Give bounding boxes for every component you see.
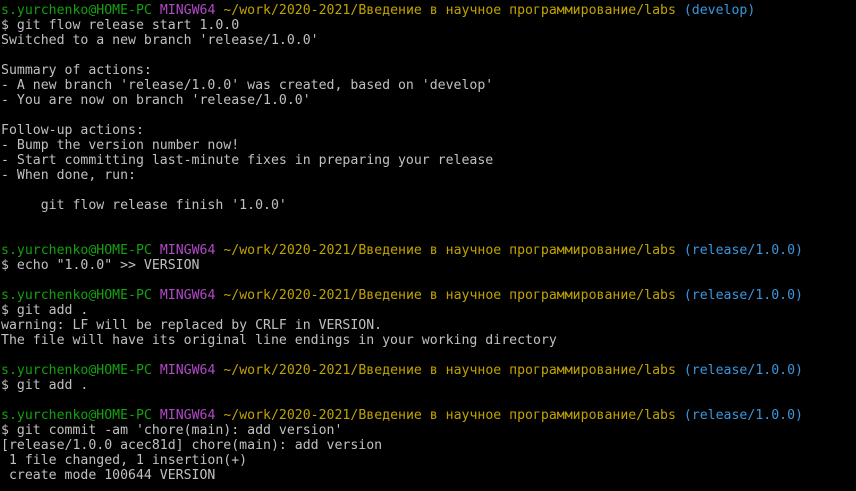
prompt-branch: (release/1.0.0) xyxy=(683,243,803,258)
command-line: $ git commit -am 'chore(main): add versi… xyxy=(1,423,856,438)
output-line: [release/1.0.0 acec81d] chore(main): add… xyxy=(1,438,856,453)
output-line: warning: LF will be replaced by CRLF in … xyxy=(1,318,856,333)
prompt-line: s.yurchenko@HOME-PC MINGW64 ~/work/2020-… xyxy=(1,3,856,18)
prompt-host: MINGW64 xyxy=(159,363,216,378)
output-text: - When done, run: xyxy=(1,168,136,183)
prompt-user: s.yurchenko@HOME-PC xyxy=(1,288,152,303)
output-text: warning: LF will be replaced by CRLF in … xyxy=(1,318,383,333)
output-line: - When done, run: xyxy=(1,168,856,183)
prompt-branch: (release/1.0.0) xyxy=(683,288,803,303)
command-text: $ echo "1.0.0" >> VERSION xyxy=(1,258,200,273)
prompt-user: s.yurchenko@HOME-PC xyxy=(1,243,152,258)
output-text: - You are now on branch 'release/1.0.0' xyxy=(1,93,311,108)
output-line: Summary of actions: xyxy=(1,63,856,78)
output-line: - A new branch 'release/1.0.0' was creat… xyxy=(1,78,856,93)
command-text: $ git flow release start 1.0.0 xyxy=(1,18,240,33)
prompt-line: s.yurchenko@HOME-PC MINGW64 ~/work/2020-… xyxy=(1,243,856,258)
output-line: Follow-up actions: xyxy=(1,123,856,138)
output-text: The file will have its original line end… xyxy=(1,333,557,348)
prompt-line: s.yurchenko@HOME-PC MINGW64 ~/work/2020-… xyxy=(1,288,856,303)
prompt-user: s.yurchenko@HOME-PC xyxy=(1,3,152,18)
terminal-window[interactable]: s.yurchenko@HOME-PC MINGW64 ~/work/2020-… xyxy=(0,0,856,491)
prompt-host: MINGW64 xyxy=(159,3,216,18)
command-line: $ git add . xyxy=(1,378,856,393)
output-line: - You are now on branch 'release/1.0.0' xyxy=(1,93,856,108)
output-text: - A new branch 'release/1.0.0' was creat… xyxy=(1,78,494,93)
prompt-path: ~/work/2020-2021/Введение в научное прог… xyxy=(223,3,676,18)
command-text: $ git add . xyxy=(1,378,89,393)
output-text: - Bump the version number now! xyxy=(1,138,240,153)
prompt-path: ~/work/2020-2021/Введение в научное прог… xyxy=(223,243,676,258)
output-line: 1 file changed, 1 insertion(+) xyxy=(1,453,856,468)
command-line: $ git flow release start 1.0.0 xyxy=(1,18,856,33)
prompt-branch: (release/1.0.0) xyxy=(683,408,803,423)
output-text: Switched to a new branch 'release/1.0.0' xyxy=(1,33,319,48)
prompt-line: s.yurchenko@HOME-PC MINGW64 ~/work/2020-… xyxy=(1,363,856,378)
command-text: $ git add . xyxy=(1,303,89,318)
output-line: create mode 100644 VERSION xyxy=(1,468,856,483)
prompt-line: s.yurchenko@HOME-PC MINGW64 ~/work/2020-… xyxy=(1,408,856,423)
output-text: create mode 100644 VERSION xyxy=(1,468,216,483)
output-text: Follow-up actions: xyxy=(1,123,144,138)
prompt-user: s.yurchenko@HOME-PC xyxy=(1,408,152,423)
command-line: $ git add . xyxy=(1,303,856,318)
output-text: Summary of actions: xyxy=(1,63,152,78)
output-line: - Bump the version number now! xyxy=(1,138,856,153)
output-line: The file will have its original line end… xyxy=(1,333,856,348)
output-text: [release/1.0.0 acec81d] chore(main): add… xyxy=(1,438,383,453)
prompt-path: ~/work/2020-2021/Введение в научное прог… xyxy=(223,408,676,423)
prompt-branch: (develop) xyxy=(683,3,756,18)
prompt-host: MINGW64 xyxy=(159,408,216,423)
prompt-branch: (release/1.0.0) xyxy=(683,363,803,378)
output-text: git flow release finish '1.0.0' xyxy=(1,198,287,213)
output-text: - Start committing last-minute fixes in … xyxy=(1,153,494,168)
command-line: $ echo "1.0.0" >> VERSION xyxy=(1,258,856,273)
prompt-path: ~/work/2020-2021/Введение в научное прог… xyxy=(223,363,676,378)
prompt-path: ~/work/2020-2021/Введение в научное прог… xyxy=(223,288,676,303)
output-line: - Start committing last-minute fixes in … xyxy=(1,153,856,168)
output-line: Switched to a new branch 'release/1.0.0' xyxy=(1,33,856,48)
prompt-host: MINGW64 xyxy=(159,288,216,303)
command-text: $ git commit -am 'chore(main): add versi… xyxy=(1,423,343,438)
prompt-user: s.yurchenko@HOME-PC xyxy=(1,363,152,378)
prompt-host: MINGW64 xyxy=(159,243,216,258)
output-text: 1 file changed, 1 insertion(+) xyxy=(1,453,248,468)
output-line: git flow release finish '1.0.0' xyxy=(1,198,856,213)
